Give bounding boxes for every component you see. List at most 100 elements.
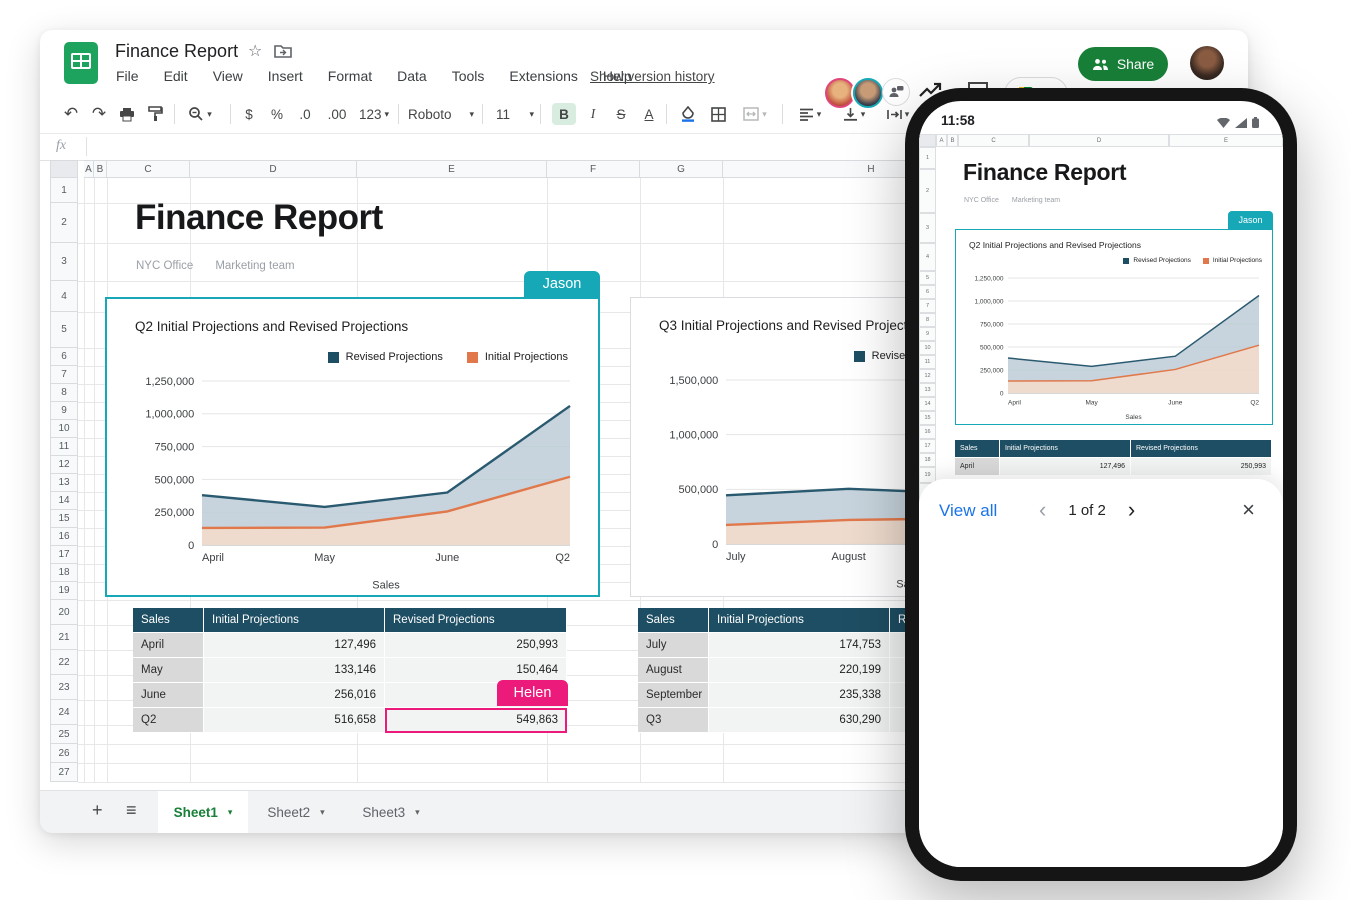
- row-header-12[interactable]: 12: [50, 456, 78, 474]
- print-button[interactable]: [116, 103, 138, 125]
- row-header-24[interactable]: 24: [50, 700, 78, 725]
- phone-row-header-12[interactable]: 12: [919, 369, 936, 383]
- row-header-10[interactable]: 10: [50, 420, 78, 438]
- phone-column-header-B[interactable]: B: [947, 134, 958, 147]
- row-header-2[interactable]: 2: [50, 203, 78, 243]
- column-header-E[interactable]: E: [357, 160, 547, 178]
- decrease-decimal-button[interactable]: .0: [292, 103, 318, 125]
- column-header-D[interactable]: D: [190, 160, 357, 178]
- next-comment-button[interactable]: ›: [1128, 499, 1135, 521]
- menu-edit[interactable]: Edit: [164, 68, 188, 84]
- row-header-17[interactable]: 17: [50, 546, 78, 564]
- q2-table-cell-2-0[interactable]: June: [133, 683, 204, 708]
- format-percent-button[interactable]: %: [266, 103, 288, 125]
- row-header-7[interactable]: 7: [50, 366, 78, 384]
- menu-format[interactable]: Format: [328, 68, 372, 84]
- italic-button[interactable]: I: [582, 103, 604, 125]
- q2-table-cell-0-0[interactable]: April: [133, 633, 204, 658]
- view-all-link[interactable]: View all: [939, 501, 997, 521]
- strikethrough-button[interactable]: S: [610, 103, 632, 125]
- row-header-14[interactable]: 14: [50, 492, 78, 510]
- phone-column-header-E[interactable]: E: [1169, 134, 1283, 147]
- row-header-5[interactable]: 5: [50, 312, 78, 348]
- row-header-8[interactable]: 8: [50, 384, 78, 402]
- row-header-26[interactable]: 26: [50, 744, 78, 763]
- menu-data[interactable]: Data: [397, 68, 427, 84]
- phone-column-header-A[interactable]: A: [936, 134, 947, 147]
- fill-color-button[interactable]: [676, 103, 700, 125]
- phone-q2-chart-card[interactable]: Q2 Initial Projections and Revised Proje…: [955, 229, 1273, 425]
- borders-button[interactable]: [706, 103, 730, 125]
- phone-row-header-9[interactable]: 9: [919, 327, 936, 341]
- row-header-19[interactable]: 19: [50, 582, 78, 600]
- menu-file[interactable]: File: [116, 68, 139, 84]
- row-header-27[interactable]: 27: [50, 763, 78, 782]
- column-header-B[interactable]: B: [94, 160, 107, 178]
- phone-row-header-7[interactable]: 7: [919, 299, 936, 313]
- row-header-25[interactable]: 25: [50, 725, 78, 744]
- column-header-A[interactable]: A: [84, 160, 94, 178]
- column-header-F[interactable]: F: [547, 160, 640, 178]
- phone-row-header-6[interactable]: 6: [919, 285, 936, 299]
- share-button[interactable]: Share: [1078, 47, 1168, 81]
- bold-button[interactable]: B: [552, 103, 576, 125]
- q3-table-cell-3-0[interactable]: Q3: [638, 708, 709, 733]
- paint-format-button[interactable]: [144, 103, 166, 125]
- row-header-16[interactable]: 16: [50, 528, 78, 546]
- q2-table-cell-3-0[interactable]: Q2: [133, 708, 204, 733]
- phone-row-header-13[interactable]: 13: [919, 383, 936, 397]
- column-header-C[interactable]: C: [107, 160, 190, 178]
- redo-button[interactable]: ↷: [88, 103, 110, 125]
- phone-row-header-18[interactable]: 18: [919, 453, 936, 467]
- font-family-selector[interactable]: Roboto▾: [408, 103, 474, 125]
- close-comments-icon[interactable]: ×: [1242, 497, 1255, 523]
- format-currency-button[interactable]: $: [238, 103, 260, 125]
- phone-column-header-C[interactable]: C: [958, 134, 1029, 147]
- row-header-20[interactable]: 20: [50, 600, 78, 625]
- phone-row-header-1[interactable]: 1: [919, 147, 936, 169]
- q2-table-cell-2-1[interactable]: 256,016: [204, 683, 385, 708]
- phone-row-header-8[interactable]: 8: [919, 313, 936, 327]
- text-color-button[interactable]: A: [638, 103, 660, 125]
- version-history-link[interactable]: Show version history: [590, 69, 715, 84]
- q3-table-cell-0-1[interactable]: 174,753: [709, 633, 890, 658]
- google-sheets-logo-icon[interactable]: [64, 42, 98, 84]
- q2-table-cell-1-0[interactable]: May: [133, 658, 204, 683]
- phone-table-cell-0-1[interactable]: 127,496: [1000, 458, 1131, 476]
- user-profile-avatar[interactable]: [1190, 46, 1224, 80]
- row-header-23[interactable]: 23: [50, 675, 78, 700]
- q2-table-cell-0-2[interactable]: 250,993: [385, 633, 567, 658]
- all-sheets-button[interactable]: ≡: [126, 800, 137, 821]
- row-header-9[interactable]: 9: [50, 402, 78, 420]
- q3-table-cell-3-1[interactable]: 630,290: [709, 708, 890, 733]
- q2-table-cell-0-1[interactable]: 127,496: [204, 633, 385, 658]
- q3-table-cell-0-0[interactable]: July: [638, 633, 709, 658]
- menu-view[interactable]: View: [213, 68, 243, 84]
- star-icon[interactable]: ☆: [248, 41, 262, 61]
- row-header-22[interactable]: 22: [50, 650, 78, 675]
- sheet-tab-sheet1[interactable]: Sheet1▾: [158, 791, 248, 833]
- move-folder-icon[interactable]: [274, 43, 292, 59]
- menu-insert[interactable]: Insert: [268, 68, 303, 84]
- q2-data-table[interactable]: SalesInitial ProjectionsRevised Projecti…: [133, 608, 567, 733]
- phone-row-header-5[interactable]: 5: [919, 271, 936, 285]
- phone-column-header-D[interactable]: D: [1029, 134, 1169, 147]
- undo-button[interactable]: ↶: [60, 103, 82, 125]
- corner-cell[interactable]: [50, 160, 78, 178]
- q3-table-cell-1-0[interactable]: August: [638, 658, 709, 683]
- phone-row-header-17[interactable]: 17: [919, 439, 936, 453]
- add-sheet-button[interactable]: +: [92, 800, 103, 821]
- phone-row-header-16[interactable]: 16: [919, 425, 936, 439]
- font-size-selector[interactable]: 11▾: [492, 103, 538, 125]
- zoom-control[interactable]: ▾: [182, 103, 218, 125]
- column-header-G[interactable]: G: [640, 160, 723, 178]
- previous-comment-button[interactable]: ‹: [1039, 499, 1046, 521]
- row-header-15[interactable]: 15: [50, 510, 78, 528]
- more-formats-button[interactable]: 123▾: [356, 103, 392, 125]
- row-header-3[interactable]: 3: [50, 243, 78, 281]
- phone-row-header-10[interactable]: 10: [919, 341, 936, 355]
- q3-table-cell-2-0[interactable]: September: [638, 683, 709, 708]
- merge-cells-button[interactable]: ▾: [736, 103, 774, 125]
- phone-table-cell-0-0[interactable]: April: [955, 458, 1000, 476]
- phone-row-header-11[interactable]: 11: [919, 355, 936, 369]
